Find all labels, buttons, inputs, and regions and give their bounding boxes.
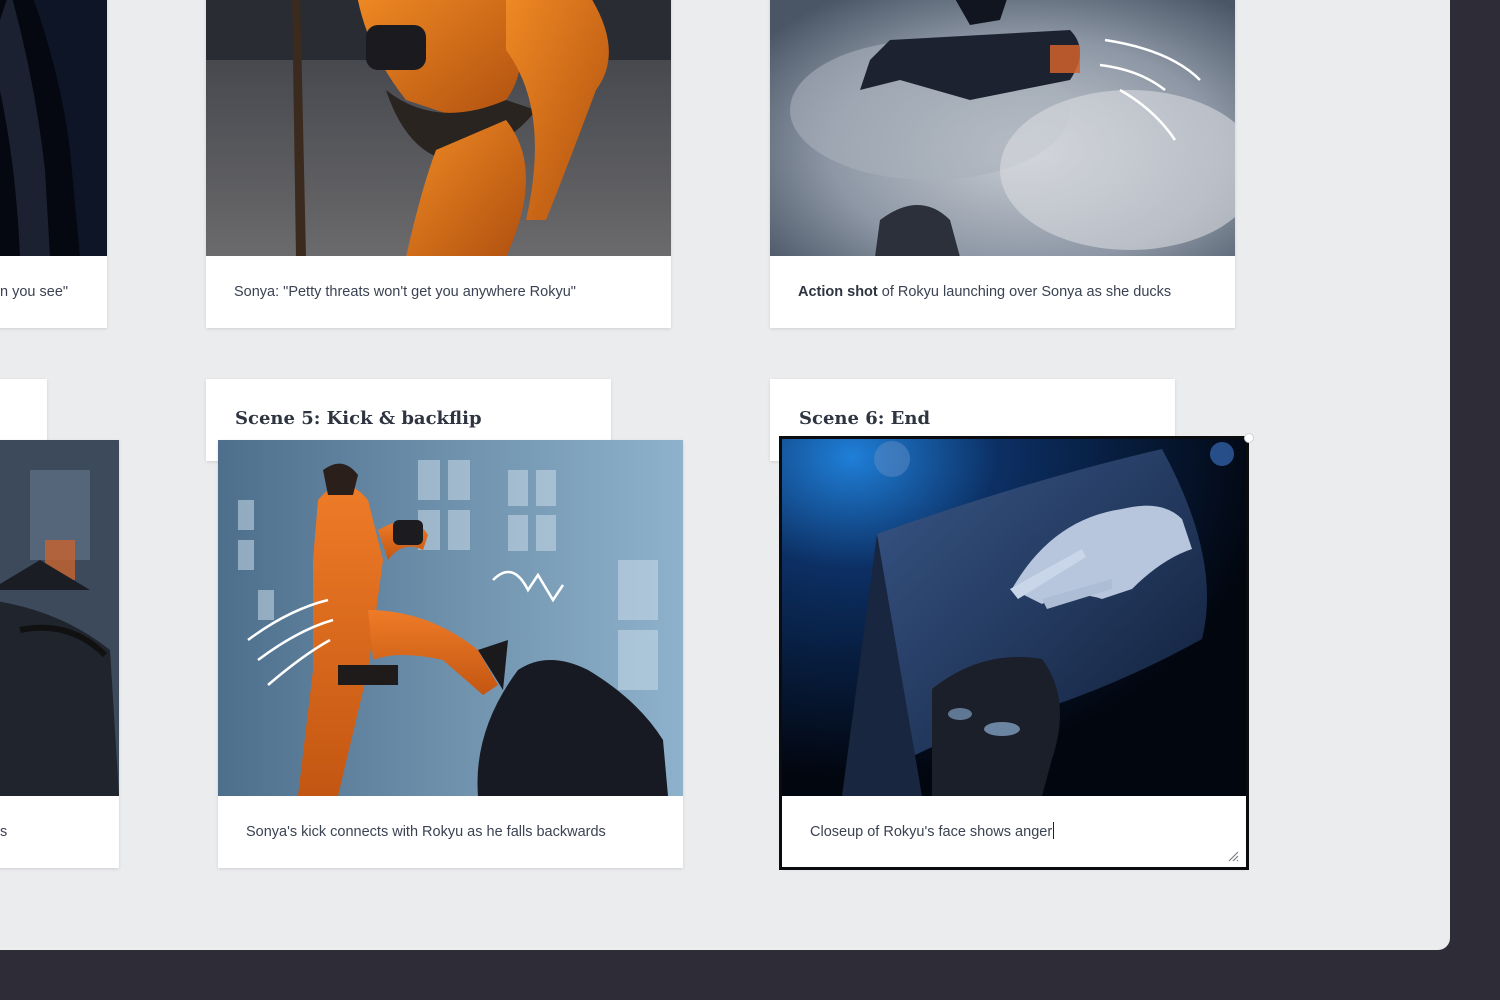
selection-handle[interactable] — [1244, 433, 1254, 443]
frame-image — [0, 440, 119, 796]
frame-image — [0, 0, 107, 257]
frame-image — [770, 0, 1235, 257]
storyboard-card[interactable]: Sonya's kick connects with Rokyu as he f… — [218, 440, 683, 868]
storyboard-card[interactable]: s — [0, 440, 119, 868]
frame-image — [218, 440, 683, 796]
frame-caption-editing[interactable]: Closeup of Rokyu's face shows anger — [782, 796, 1247, 868]
caption-text[interactable]: Closeup of Rokyu's face shows anger — [810, 824, 1052, 840]
frame-caption[interactable]: Sonya: "Petty threats won't get you anyw… — [206, 256, 671, 328]
frame-caption[interactable]: Sonya's kick connects with Rokyu as he f… — [218, 796, 683, 868]
storyboard-card[interactable]: Sonya: "Petty threats won't get you anyw… — [206, 0, 671, 328]
resize-grip-icon[interactable] — [1227, 850, 1239, 862]
frame-caption[interactable]: n you see" — [0, 256, 107, 328]
storyboard-canvas[interactable]: n you see" Sonya: "Petty threats won't g… — [0, 0, 1450, 950]
frame-caption[interactable]: s — [0, 796, 119, 868]
storyboard-card[interactable]: Action shot of Rokyu launching over Sony… — [770, 0, 1235, 328]
caption-bold: Action shot — [798, 284, 878, 300]
frame-image — [782, 439, 1247, 796]
storyboard-card[interactable]: n you see" — [0, 0, 107, 328]
frame-caption[interactable]: Action shot of Rokyu launching over Sony… — [770, 256, 1235, 328]
caption-rest: of Rokyu launching over Sonya as she duc… — [877, 284, 1172, 300]
storyboard-card-selected[interactable]: Closeup of Rokyu's face shows anger — [782, 439, 1247, 868]
text-cursor — [1053, 822, 1055, 839]
frame-image — [206, 0, 671, 257]
